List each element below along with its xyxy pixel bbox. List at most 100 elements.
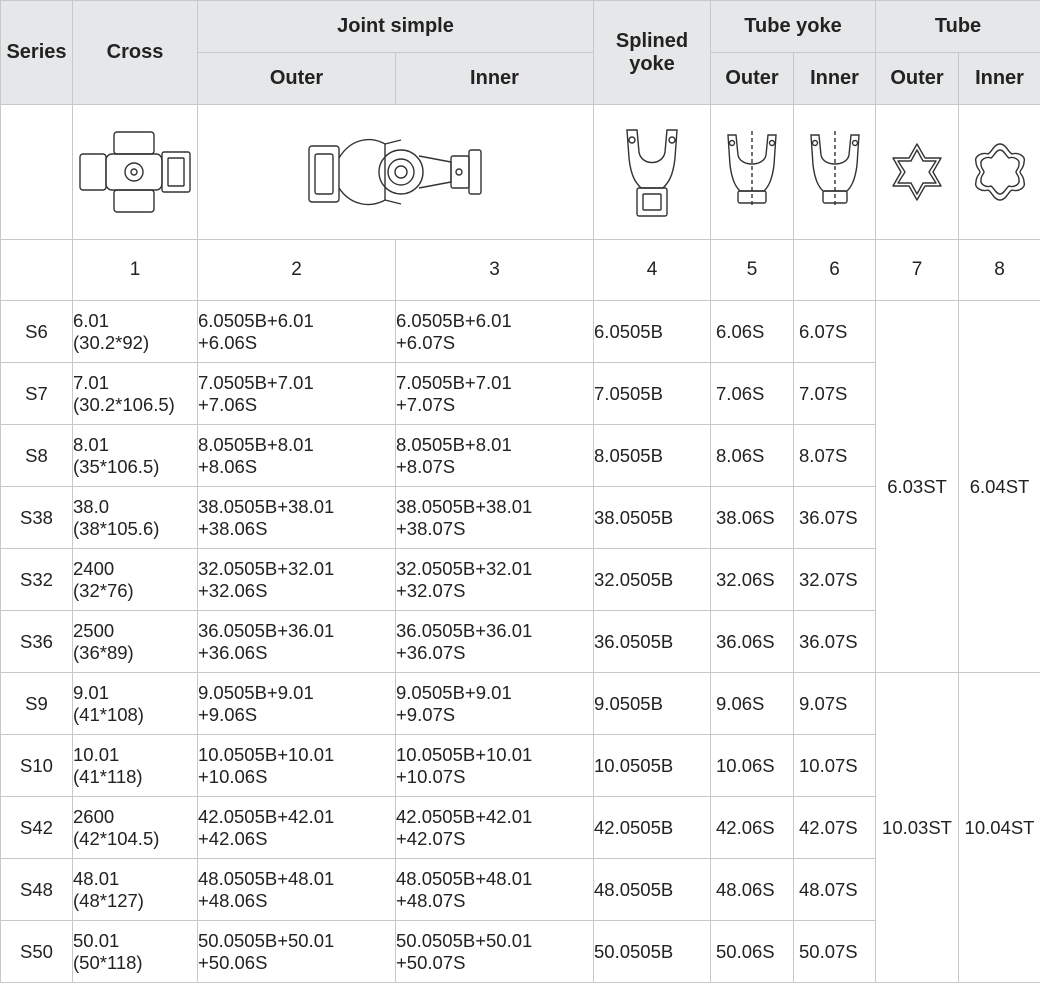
joint-outer-cell: 50.0505B+50.01 +50.06S — [197, 920, 396, 983]
cross-dimensions: (30.2*92) — [73, 331, 150, 353]
joint-outer-cell: 38.0505B+38.01 +38.06S — [197, 486, 396, 549]
joint-inner-cell: 9.0505B+9.01 +9.07S — [394, 672, 595, 735]
splined-yoke-cell: 32.0505B — [593, 548, 712, 611]
splined-yoke-icon — [626, 129, 678, 217]
tube-yoke-outer-cell: 50.06S — [710, 920, 795, 983]
tube-yoke-outer-cell: 6.06S — [710, 300, 795, 363]
joint-inner-line2: +38.07S — [396, 517, 466, 539]
tube-outer-cell: 6.03ST — [875, 300, 960, 673]
column-number: 2 — [197, 239, 396, 301]
splined-yoke-cell: 7.0505B — [593, 362, 712, 425]
series-cell: S9 — [0, 672, 73, 735]
tube-yoke-inner-cell: 36.07S — [793, 610, 877, 673]
joint-inner-cell: 32.0505B+32.01 +32.07S — [394, 548, 595, 611]
cross-cell: 2500 (36*89) — [72, 610, 198, 673]
tube-yoke-inner-cell: 32.07S — [793, 548, 877, 611]
joint-outer-line2: +36.06S — [198, 641, 268, 663]
series-cell: S36 — [0, 610, 73, 673]
cross-dimensions: (42*104.5) — [73, 827, 160, 849]
cross-part-number: 8.01 — [73, 433, 110, 455]
tube-inner-profile-icon — [974, 143, 1025, 201]
header-joint-simple: Joint simple — [196, 0, 595, 53]
joint-inner-line2: +32.07S — [396, 579, 466, 601]
tube-yoke-outer-cell: 38.06S — [710, 486, 795, 549]
cross-part-number: 38.0 — [73, 495, 110, 517]
header-joint-outer: Outer — [197, 52, 396, 105]
tube-yoke-outer-cell: 48.06S — [710, 858, 795, 921]
joint-outer-line1: 42.0505B+42.01 — [198, 805, 335, 827]
cross-cell: 9.01 (41*108) — [72, 672, 198, 735]
tube-inner-cell: 10.04ST — [958, 672, 1040, 983]
table-row: S6 6.01 (30.2*92) 6.0505B+6.01 +6.06S 6.0505B… — [0, 300, 1040, 673]
joint-inner-line2: +42.07S — [396, 827, 466, 849]
joint-outer-line1: 8.0505B+8.01 — [198, 433, 314, 455]
splined-yoke-cell: 36.0505B — [593, 610, 712, 673]
joint-inner-cell: 36.0505B+36.01 +36.07S — [394, 610, 595, 673]
cross-part-number: 10.01 — [73, 743, 120, 765]
cross-cell: 38.0 (38*105.6) — [72, 486, 198, 549]
cross-dimensions: (32*76) — [73, 579, 134, 601]
joint-inner-line1: 50.0505B+50.01 — [396, 929, 533, 951]
joint-outer-line2: +42.06S — [198, 827, 268, 849]
splined-yoke-cell: 8.0505B — [593, 424, 712, 487]
header-cross: Cross — [72, 0, 198, 105]
cross-icon — [79, 131, 191, 213]
joint-outer-line1: 32.0505B+32.01 — [198, 557, 335, 579]
series-cell: S32 — [0, 548, 73, 611]
tube-yoke-outer-cell: 10.06S — [710, 734, 795, 797]
cross-dimensions: (30.2*106.5) — [73, 393, 175, 415]
cross-part-number: 48.01 — [73, 867, 120, 889]
tube-yoke-inner-cell: 42.07S — [793, 796, 877, 859]
cross-part-number: 6.01 — [73, 309, 110, 331]
series-cell: S38 — [0, 486, 73, 549]
tube-yoke-outer-cell: 36.06S — [710, 610, 795, 673]
series-cell: S50 — [0, 920, 73, 983]
joint-inner-line1: 42.0505B+42.01 — [396, 805, 533, 827]
joint-outer-line2: +38.06S — [198, 517, 268, 539]
joint-inner-line2: +50.07S — [396, 951, 466, 973]
spec-table: Series Cross Joint simple Splined yoke Tu… — [0, 0, 1040, 983]
joint-outer-line2: +48.06S — [198, 889, 268, 911]
cross-dimensions: (41*118) — [73, 765, 143, 787]
cross-cell: 8.01 (35*106.5) — [72, 424, 198, 487]
tube-yoke-inner-icon — [809, 131, 860, 207]
joint-inner-cell: 7.0505B+7.01 +7.07S — [394, 362, 595, 425]
joint-inner-line2: +7.07S — [396, 393, 456, 415]
joint-inner-cell: 42.0505B+42.01 +42.07S — [394, 796, 595, 859]
joint-inner-line1: 36.0505B+36.01 — [396, 619, 533, 641]
tube-yoke-inner-cell: 9.07S — [793, 672, 877, 735]
joint-inner-line2: +8.07S — [396, 455, 456, 477]
header-tube-yoke-outer: Outer — [710, 52, 795, 105]
joint-inner-cell: 50.0505B+50.01 +50.07S — [394, 920, 595, 983]
column-number-row: 1 2 3 4 5 6 7 8 — [0, 239, 1040, 301]
series-cell: S10 — [0, 734, 73, 797]
joint-outer-line2: +8.06S — [198, 455, 258, 477]
tube-yoke-inner-cell: 7.07S — [793, 362, 877, 425]
series-cell: S8 — [0, 424, 73, 487]
joint-outer-line1: 38.0505B+38.01 — [198, 495, 335, 517]
splined-yoke-cell: 50.0505B — [593, 920, 712, 983]
tube-outer-cell: 10.03ST — [875, 672, 960, 983]
tube-yoke-inner-cell: 50.07S — [793, 920, 877, 983]
joint-inner-line1: 10.0505B+10.01 — [396, 743, 533, 765]
joint-inner-line1: 6.0505B+6.01 — [396, 309, 512, 331]
joint-outer-cell: 6.0505B+6.01 +6.06S — [197, 300, 396, 363]
joint-outer-line1: 48.0505B+48.01 — [198, 867, 335, 889]
joint-inner-line1: 9.0505B+9.01 — [396, 681, 512, 703]
joint-outer-line1: 9.0505B+9.01 — [198, 681, 314, 703]
cross-part-number: 7.01 — [73, 371, 110, 393]
joint-outer-cell: 32.0505B+32.01 +32.06S — [197, 548, 396, 611]
joint-outer-line2: +6.06S — [198, 331, 258, 353]
tube-inner-cell: 6.04ST — [958, 300, 1040, 673]
header-splined-yoke: Splined yoke — [593, 0, 712, 105]
cross-part-number: 9.01 — [73, 681, 110, 703]
cross-dimensions: (50*118) — [73, 951, 143, 973]
joint-outer-cell: 9.0505B+9.01 +9.06S — [197, 672, 396, 735]
splined-yoke-cell: 9.0505B — [593, 672, 712, 735]
header-tube-outer: Outer — [875, 52, 960, 105]
cross-part-number: 2400 — [73, 557, 115, 579]
joint-outer-cell: 10.0505B+10.01 +10.06S — [197, 734, 396, 797]
tube-yoke-outer-cell: 32.06S — [710, 548, 795, 611]
cross-cell: 2400 (32*76) — [72, 548, 198, 611]
series-cell: S42 — [0, 796, 73, 859]
